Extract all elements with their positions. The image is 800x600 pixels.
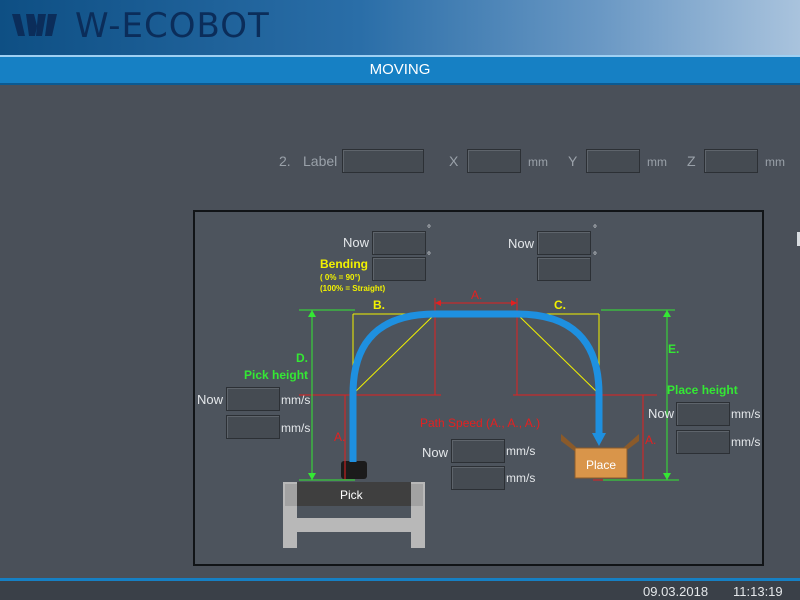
bend-left-now-field [372,231,426,255]
z-input[interactable] [704,149,758,173]
app-title: W-ECOBOT [75,6,270,46]
bending-note-1: ( 0% = 90°) [320,273,361,282]
bend-left-set-field[interactable] [372,257,426,281]
path-speed-label: Path Speed (A., A., A.) [420,416,541,430]
bend-right-now-label: Now [508,236,535,251]
x-unit: mm [528,155,548,169]
status-bar: 09.03.2018 11:13:19 [0,578,800,600]
logo-icon [12,14,57,36]
bend-right-now-field [537,231,591,255]
path-speed-set-field[interactable] [451,466,505,490]
bend-left-now-label: Now [343,235,370,250]
pick-speed-now-unit: mm/s [281,393,311,407]
x-input[interactable] [467,149,521,173]
x-label: X [449,153,459,169]
app-header: W-ECOBOT [0,0,800,55]
label-caption: Label [303,153,338,169]
place-speed-set-unit: mm/s [731,435,761,449]
y-unit: mm [647,155,667,169]
label-b: B. [373,298,385,312]
path-speed-now-label: Now [422,445,449,460]
path-speed-now-unit: mm/s [506,444,536,458]
label-a-left: A. [334,430,346,444]
screen-title: MOVING [369,61,431,78]
motion-path-arrow [592,433,606,446]
place-speed-set-field[interactable] [676,430,730,454]
label-c: C. [554,298,566,312]
pick-speed-set-field[interactable] [226,415,280,439]
status-date: 09.03.2018 [643,584,709,599]
pick-speed-now-label: Now [197,392,224,407]
pick-speed-now-field [226,387,280,411]
y-label: Y [568,153,578,169]
place-speed-now-label: Now [648,406,675,421]
place-label: Place [586,458,617,472]
place-speed-now-field [676,402,730,426]
bending-title: Bending [320,257,368,271]
bend-right-set-field[interactable] [537,257,591,281]
z-label: Z [687,153,696,169]
y-input[interactable] [586,149,640,173]
label-e: E. [668,342,680,356]
pick-label: Pick [340,488,363,502]
label-a-top: A. [471,288,483,302]
screen-title-bar: MOVING [0,55,800,85]
bend-left-now-unit: ° [427,224,431,235]
bend-right-now-unit: ° [593,224,597,235]
pick-height-label: Pick height [244,368,309,382]
label-d: D. [296,351,308,365]
bend-left-set-unit: ° [427,251,431,262]
label-a-right: A. [645,433,657,447]
place-speed-now-unit: mm/s [731,407,761,421]
motion-diagram-panel: Now ° ° Bending ( 0% = 90°) (100% = Stra… [193,210,764,566]
pick-speed-set-unit: mm/s [281,421,311,435]
bend-right-set-unit: ° [593,251,597,262]
place-height-label: Place height [667,383,738,397]
path-speed-set-unit: mm/s [506,471,536,485]
status-time: 11:13:19 [733,584,783,599]
z-unit: mm [765,155,785,169]
path-speed-now-field [451,439,505,463]
point-index: 2. [279,153,291,169]
label-input[interactable] [342,149,424,173]
bending-note-2: (100% = Straight) [320,284,386,293]
